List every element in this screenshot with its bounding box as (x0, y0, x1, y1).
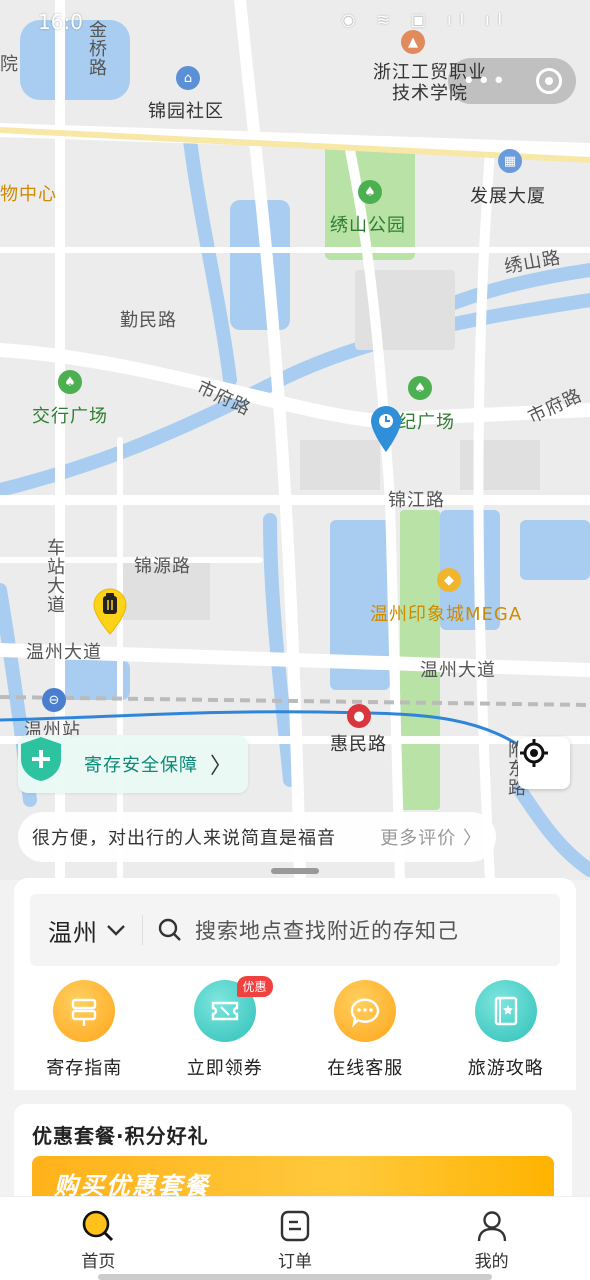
discount-badge: 优惠 (236, 976, 273, 997)
tab-home[interactable]: 首页 (0, 1197, 197, 1280)
tab-orders[interactable]: 订单 (197, 1197, 394, 1280)
more-dots-icon[interactable]: ••• (462, 69, 507, 94)
target-icon[interactable] (535, 68, 562, 94)
map-label-qinmin-road: 勤民路 (120, 310, 177, 331)
promo-title: 优惠套餐·积分好礼 (32, 1124, 209, 1148)
park-icon: ♠ (58, 370, 82, 394)
bottom-sheet: 温州 搜索地点查找附近的存知己 寄存指南 优惠 立即领券 在线客服 旅游攻略 (14, 878, 576, 1090)
status-time: 16:0 (38, 10, 83, 34)
travel-guide-icon (474, 980, 537, 1042)
locate-button[interactable] (518, 737, 570, 789)
map-label-edge-left: 院 (0, 54, 19, 75)
profile-icon (477, 1211, 506, 1242)
map-label-chezhan-avenue: 车站大道 (44, 538, 65, 614)
tab-label-profile: 我的 (474, 1252, 509, 1272)
grid-label-storage-guide: 寄存指南 (46, 1058, 123, 1079)
miniprogram-capsule: ••• (448, 58, 576, 104)
shield-icon (20, 737, 70, 789)
station-icon: ⊖ (42, 688, 66, 712)
safety-guarantee-label: 寄存安全保障 (84, 755, 198, 776)
tab-profile[interactable]: 我的 (393, 1197, 590, 1280)
map-label-wenzhou-avenue-left: 温州大道 (26, 642, 102, 663)
divider (142, 915, 143, 945)
map-label-century-square: 纪广场 (398, 412, 455, 433)
city-selector[interactable]: 温州 (48, 913, 98, 948)
chevron-down-icon (107, 925, 125, 936)
crosshair-icon (520, 739, 548, 767)
search-icon (158, 918, 181, 941)
grid-label-online-service: 在线客服 (327, 1058, 404, 1079)
review-text: 很方便，对出行的人来说简直是福音 (32, 828, 336, 849)
map-label-jinjiang-road: 锦江路 (388, 490, 445, 511)
review-bar[interactable]: 很方便，对出行的人来说简直是福音 更多评价 〉 (18, 812, 496, 862)
guide-sign-icon (53, 980, 116, 1042)
home-search-icon (83, 1210, 114, 1242)
map-label-shopping-center: 物中心 (0, 184, 57, 205)
map-label-fazhan-building: 发展大厦 (470, 186, 546, 207)
order-icon (280, 1210, 310, 1242)
map-view[interactable]: 金桥路 ⌂ 锦园社区 ▲ 浙江工贸职业 技术学院 物中心 ▦ 发展大厦 ♠ 绣山… (0, 0, 590, 880)
map-label-jinyuan-road: 锦源路 (134, 556, 191, 577)
search-box[interactable]: 温州 搜索地点查找附近的存知己 (30, 894, 560, 966)
map-label-jinyuan-community: 锦园社区 (148, 101, 224, 122)
more-reviews-link[interactable]: 更多评价 〉 (380, 824, 482, 850)
grid-label-get-coupon: 立即领券 (186, 1058, 263, 1079)
tab-label-orders: 订单 (278, 1252, 312, 1272)
grid-label-travel-guide: 旅游攻略 (467, 1058, 544, 1079)
map-label-jiaohang-square: 交行广场 (32, 406, 108, 427)
map-label-xiushan-park: 绣山公园 (330, 215, 406, 236)
mall-icon: ◆ (437, 568, 461, 592)
status-icons: ◉ ≋ ▣ ıl ıl (341, 10, 510, 29)
map-label-wenzhou-avenue-right: 温州大道 (420, 660, 496, 681)
search-input[interactable]: 搜索地点查找附近的存知己 (195, 915, 459, 945)
map-label-wenzhou-mega: 温州印象城MEGA (370, 604, 523, 625)
grid-item-online-service[interactable]: 在线客服 (295, 980, 436, 1084)
home-indicator (98, 1274, 492, 1280)
metro-icon: ● (347, 704, 371, 728)
tab-bar: 首页 订单 我的 (0, 1196, 590, 1280)
quick-actions-grid: 寄存指南 优惠 立即领券 在线客服 旅游攻略 (14, 976, 577, 1084)
map-label-huimin-road: 惠民路 (330, 734, 387, 755)
park-icon: ♠ (408, 376, 432, 400)
park-icon: ♠ (358, 180, 382, 204)
chat-bubble-icon (334, 980, 397, 1042)
community-icon: ⌂ (176, 66, 200, 90)
tab-label-home: 首页 (81, 1252, 116, 1272)
grid-item-storage-guide[interactable]: 寄存指南 (14, 980, 155, 1084)
status-bar: 16:0 ◉ ≋ ▣ ıl ıl (0, 0, 590, 44)
chevron-right-icon: 〉 (210, 754, 233, 779)
grid-item-get-coupon[interactable]: 优惠 立即领券 (155, 976, 296, 1084)
safety-guarantee-banner[interactable]: 寄存安全保障 〉 (18, 735, 248, 793)
sheet-drag-handle[interactable] (271, 868, 319, 874)
office-icon: ▦ (498, 149, 522, 173)
grid-item-travel-guide[interactable]: 旅游攻略 (436, 980, 577, 1084)
